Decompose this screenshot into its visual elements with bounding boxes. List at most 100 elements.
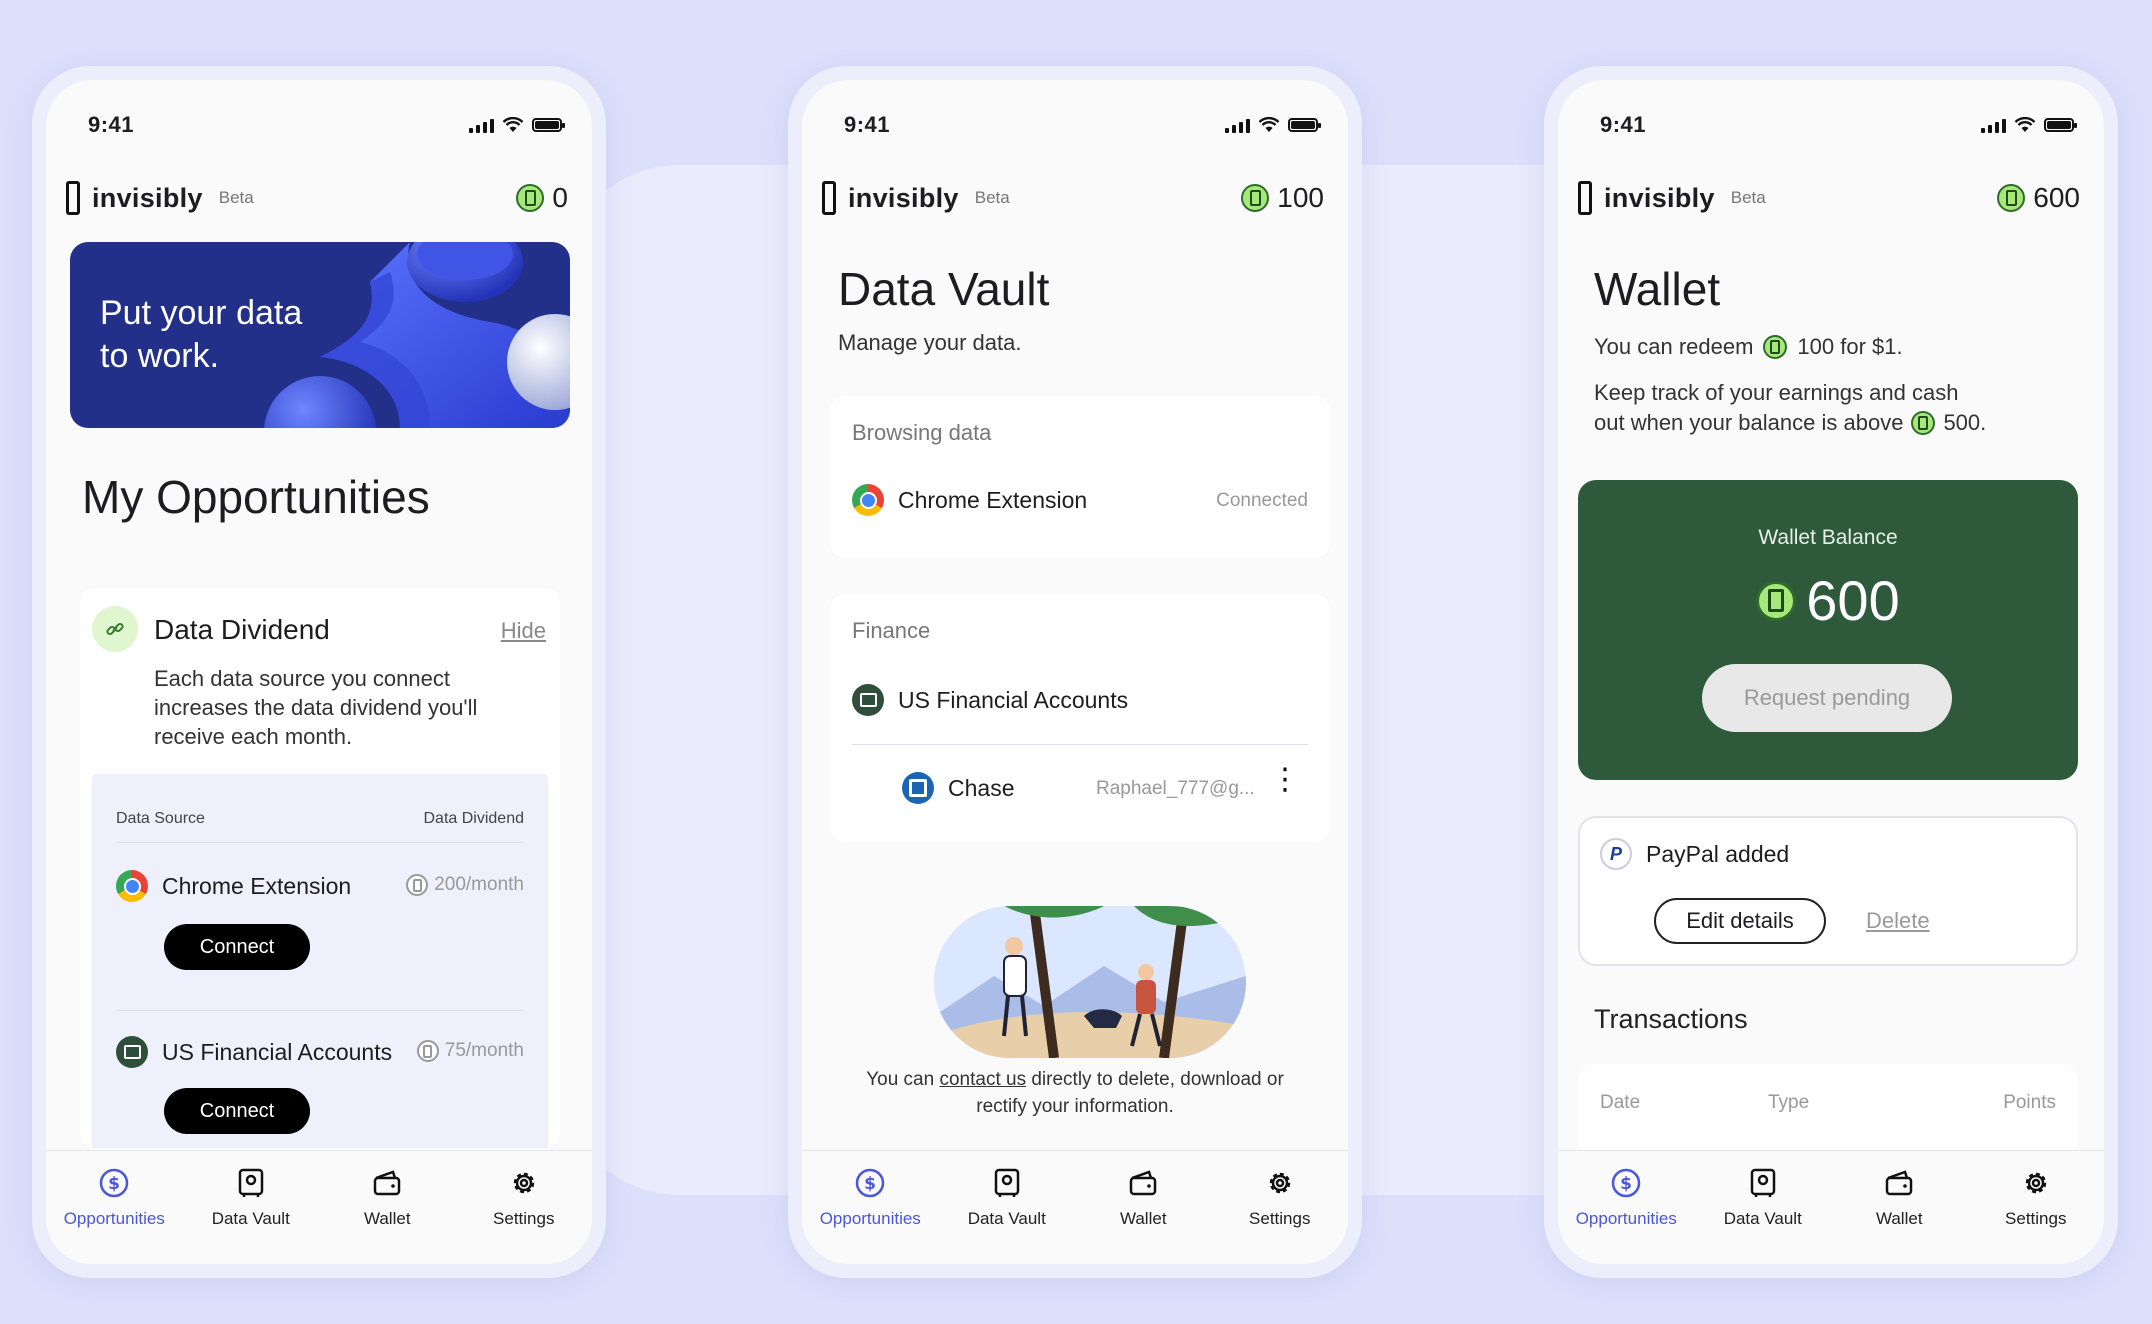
page-subtitle: Manage your data. (838, 330, 1022, 355)
points-balance[interactable]: 0 (516, 182, 568, 214)
paypal-card: P PayPal added Edit details Delete (1578, 816, 2078, 966)
nav-wallet[interactable]: Wallet (327, 1167, 447, 1264)
app-header: invisibly Beta 600 (1578, 178, 2080, 218)
battery-icon (2044, 118, 2077, 132)
track-text: 500. (1943, 410, 1987, 435)
status-time: 9:41 (88, 112, 135, 137)
nav-wallet[interactable]: Wallet (1083, 1167, 1203, 1264)
nav-data-vault[interactable]: Data Vault (191, 1167, 311, 1264)
points-balance[interactable]: 100 (1241, 182, 1324, 214)
beta-badge: Beta (218, 188, 254, 207)
dividend-table: Data Source Data Dividend Chrome Extensi… (92, 774, 548, 1148)
brand[interactable]: invisibly Beta (66, 181, 254, 215)
nav-label: Data Vault (211, 1209, 290, 1228)
nav-wallet[interactable]: Wallet (1839, 1167, 1959, 1264)
redeem-note: You can redeem 100 for $1. (1594, 334, 1903, 360)
hide-link[interactable]: Hide (501, 618, 546, 644)
col-header-date: Date (1600, 1092, 1641, 1113)
nav-opportunities[interactable]: $ Opportunities (54, 1167, 174, 1264)
page-title: My Opportunities (82, 471, 430, 523)
finance-row[interactable]: US Financial Accounts (852, 684, 1128, 716)
nav-data-vault[interactable]: Data Vault (1703, 1167, 1823, 1264)
row-label: US Financial Accounts (898, 686, 1129, 713)
hero-banner[interactable]: Put your data to work. (70, 242, 570, 428)
link-icon (92, 606, 138, 652)
logo-icon (822, 181, 836, 215)
screen: 9:41 invisibly Beta 0 Put your data to w… (46, 80, 592, 1264)
col-header-type: Type (1768, 1092, 1810, 1113)
bottom-nav: $ Opportunities Data Vault Wallet Settin… (1558, 1150, 2104, 1264)
status-bar: 9:41 (88, 112, 565, 138)
vault-icon (238, 1168, 263, 1197)
phone-opportunities: 9:41 invisibly Beta 0 Put your data to w… (32, 66, 606, 1278)
divider (852, 744, 1308, 745)
edit-details-button[interactable]: Edit details (1654, 898, 1826, 944)
points-value: 100 (1277, 182, 1324, 213)
dollar-icon: $ (1612, 1168, 1641, 1198)
more-options-icon[interactable]: ⋮ (1270, 765, 1300, 795)
nav-label: Opportunities (63, 1209, 165, 1228)
chrome-icon (116, 870, 148, 902)
browsing-row[interactable]: Chrome Extension (852, 484, 1087, 516)
brand-name: invisibly (848, 182, 959, 213)
divider (116, 1010, 524, 1011)
table-row: US Financial Accounts (116, 1036, 392, 1068)
status-bar: 9:41 (844, 112, 1321, 138)
coin-icon (516, 184, 545, 212)
coin-icon (1241, 184, 1270, 212)
connect-financial-button[interactable]: Connect (164, 1088, 310, 1134)
nav-label: Wallet (1119, 1209, 1167, 1228)
nav-label: Settings (2005, 1209, 2067, 1228)
redeem-text: You can redeem (1594, 334, 1754, 359)
wallet-icon (1130, 1170, 1157, 1196)
vault-icon (994, 1168, 1019, 1197)
nav-label: Opportunities (819, 1209, 921, 1228)
status-time: 9:41 (1600, 112, 1647, 137)
request-pending-button[interactable]: Request pending (1702, 664, 1952, 732)
paypal-row: P PayPal added (1600, 838, 1789, 870)
svg-text:$: $ (108, 1174, 120, 1194)
connect-chrome-button[interactable]: Connect (164, 924, 310, 970)
bottom-nav: $ Opportunities Data Vault Wallet Settin… (802, 1150, 1348, 1264)
delete-link[interactable]: Delete (1866, 908, 1930, 934)
coin-icon (1997, 184, 2026, 212)
bottom-nav: $ Opportunities Data Vault Wallet Settin… (46, 1150, 592, 1264)
status-time: 9:41 (844, 112, 891, 137)
screen: 9:41 invisibly Beta 100 Data Vault Manag… (802, 80, 1348, 1264)
data-dividend-card: Data Dividend Hide Each data source you … (80, 588, 560, 1148)
chrome-icon (852, 484, 884, 516)
wallet-icon (374, 1170, 401, 1196)
row-label: Chrome Extension (162, 872, 352, 899)
nav-label: Wallet (363, 1209, 411, 1228)
signal-icon (1225, 117, 1250, 133)
nav-label: Data Vault (1723, 1209, 1802, 1228)
nav-data-vault[interactable]: Data Vault (947, 1167, 1067, 1264)
points-value: 600 (2033, 182, 2080, 213)
nav-settings[interactable]: Settings (1220, 1167, 1340, 1264)
chase-row[interactable]: Chase (902, 772, 1014, 804)
row-rate: 75/month (416, 1040, 524, 1062)
gear-icon (1269, 1172, 1290, 1194)
wifi-icon (1258, 117, 1280, 132)
nav-label: Data Vault (967, 1209, 1046, 1228)
nav-settings[interactable]: Settings (464, 1167, 584, 1264)
contact-us-link[interactable]: contact us (939, 1069, 1026, 1090)
points-balance[interactable]: 600 (1997, 182, 2080, 214)
app-header: invisibly Beta 0 (66, 178, 568, 218)
connected-status: Connected (1216, 490, 1308, 511)
dollar-icon: $ (856, 1168, 885, 1198)
nav-opportunities[interactable]: $ Opportunities (1566, 1167, 1686, 1264)
gear-icon (2025, 1172, 2046, 1194)
brand[interactable]: invisibly Beta (822, 181, 1010, 215)
nav-settings[interactable]: Settings (1976, 1167, 2096, 1264)
bank-icon (116, 1036, 148, 1068)
account-email: Raphael_777@g... (1096, 778, 1255, 799)
signal-icon (469, 117, 494, 133)
brand[interactable]: invisibly Beta (1578, 181, 1766, 215)
nav-opportunities[interactable]: $ Opportunities (810, 1167, 930, 1264)
track-text: out when your balance is above (1594, 410, 1904, 435)
paypal-icon: P (1600, 838, 1632, 870)
table-row: Chrome Extension (116, 870, 351, 902)
screen: 9:41 invisibly Beta 600 Wallet You can r… (1558, 80, 2104, 1264)
signal-icon (1981, 117, 2006, 133)
